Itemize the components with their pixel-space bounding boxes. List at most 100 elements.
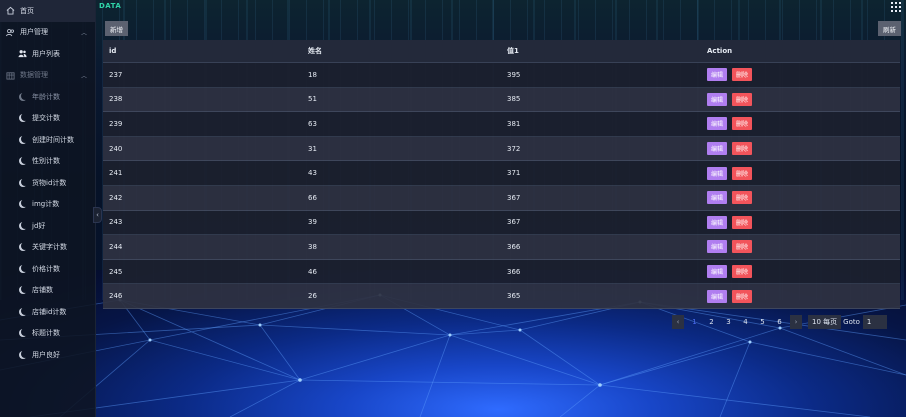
page-number-6[interactable]: 6 <box>773 315 786 329</box>
sidebar-item-label: 年龄计数 <box>32 92 60 101</box>
chevron-right-icon: › <box>794 318 798 326</box>
cell-value1: 367 <box>507 193 521 202</box>
delete-button[interactable]: 删除 <box>732 92 753 106</box>
table-header: id 姓名 值1 Action <box>103 40 900 63</box>
column-header-name[interactable]: 姓名 <box>302 46 501 56</box>
moon-icon <box>18 92 27 101</box>
cell-value1: 395 <box>507 70 521 79</box>
next-page-button[interactable]: › <box>790 315 802 329</box>
delete-button[interactable]: 删除 <box>732 191 753 205</box>
sidebar-item-label: 用户良好 <box>32 350 60 359</box>
cell-name: 51 <box>308 95 317 104</box>
page-number-2[interactable]: 2 <box>705 315 718 329</box>
cell-action: 编辑 删除 <box>701 117 900 131</box>
cell-id: 239 <box>109 119 123 128</box>
edit-button[interactable]: 编辑 <box>707 191 728 205</box>
cell-action: 编辑 删除 <box>701 191 900 205</box>
moon-icon <box>18 200 27 209</box>
column-header-value1[interactable]: 值1 <box>501 46 701 56</box>
page-number-3[interactable]: 3 <box>722 315 735 329</box>
edit-button[interactable]: 编辑 <box>707 117 728 131</box>
cell-name: 63 <box>308 119 317 128</box>
users-icon <box>6 28 15 37</box>
cell-id: 245 <box>109 267 123 276</box>
edit-button[interactable]: 编辑 <box>707 142 728 156</box>
sidebar-item-goods-id-count[interactable]: 货物id计数 <box>0 172 95 194</box>
sidebar-item-title-count[interactable]: 标题计数 <box>0 323 95 345</box>
sidebar-item-age-count[interactable]: 年龄计数 <box>0 86 95 108</box>
moon-icon <box>18 350 27 359</box>
prev-page-button[interactable]: ‹ <box>672 315 684 329</box>
sidebar-item-price-count[interactable]: 价格计数 <box>0 258 95 280</box>
add-button[interactable]: 新增 <box>105 21 128 36</box>
sidebar-item-jd-good[interactable]: jd好 <box>0 215 95 237</box>
sidebar-item-create-time-count[interactable]: 创建时间计数 <box>0 129 95 151</box>
sidebar-item-gender-count[interactable]: 性别计数 <box>0 151 95 173</box>
edit-button[interactable]: 编辑 <box>707 166 728 180</box>
moon-icon <box>18 264 27 273</box>
delete-button[interactable]: 删除 <box>732 117 753 131</box>
delete-button[interactable]: 删除 <box>732 265 753 279</box>
cell-action: 编辑 删除 <box>701 215 900 229</box>
cell-action: 编辑 删除 <box>701 240 900 254</box>
moon-icon <box>18 307 27 316</box>
cell-id: 240 <box>109 144 123 153</box>
page-number-1[interactable]: 1 <box>688 315 701 329</box>
sidebar-item-home[interactable]: 首页 <box>0 0 95 22</box>
page-size-select[interactable]: 10 每页 <box>808 315 842 329</box>
delete-button[interactable]: 删除 <box>732 142 753 156</box>
database-icon <box>6 71 15 80</box>
sidebar-item-label: 标题计数 <box>32 329 60 338</box>
cell-id: 243 <box>109 218 123 227</box>
cell-action: 编辑 删除 <box>701 166 900 180</box>
cell-id: 241 <box>109 169 123 178</box>
table-row: 243 39 367 编辑 删除 <box>103 210 900 236</box>
moon-icon <box>18 221 27 230</box>
page-number-5[interactable]: 5 <box>756 315 769 329</box>
sidebar-item-label: 首页 <box>20 6 34 15</box>
goto-control: Goto <box>843 315 887 329</box>
moon-icon <box>18 178 27 187</box>
sidebar-item-img-count[interactable]: img计数 <box>0 194 95 216</box>
edit-button[interactable]: 编辑 <box>707 265 728 279</box>
cell-name: 18 <box>308 70 317 79</box>
edit-button[interactable]: 编辑 <box>707 289 728 303</box>
cell-id: 238 <box>109 95 123 104</box>
delete-button[interactable]: 删除 <box>732 68 753 82</box>
column-header-id[interactable]: id <box>103 47 302 55</box>
moon-icon <box>18 157 27 166</box>
sidebar-collapse-button[interactable]: ‹ <box>93 207 102 223</box>
refresh-button[interactable]: 刷新 <box>878 21 901 36</box>
delete-button[interactable]: 删除 <box>732 215 753 229</box>
sidebar-item-label: 数据管理 <box>20 71 48 80</box>
sidebar-item-label: 性别计数 <box>32 157 60 166</box>
cell-value1: 385 <box>507 95 521 104</box>
sidebar-item-keyword-count[interactable]: 关键字计数 <box>0 237 95 259</box>
sidebar-item-shop-count[interactable]: 店铺数 <box>0 280 95 302</box>
sidebar-item-label: 货物id计数 <box>32 178 67 187</box>
table-row: 237 18 395 编辑 删除 <box>103 63 900 88</box>
edit-button[interactable]: 编辑 <box>707 68 728 82</box>
user-group-icon <box>18 49 27 58</box>
cell-action: 编辑 删除 <box>701 142 900 156</box>
cell-name: 66 <box>308 193 317 202</box>
sidebar-item-user-good[interactable]: 用户良好 <box>0 344 95 366</box>
delete-button[interactable]: 删除 <box>732 166 753 180</box>
sidebar-group-user-management[interactable]: 用户管理 ︿ <box>0 22 95 44</box>
delete-button[interactable]: 删除 <box>732 240 753 254</box>
edit-button[interactable]: 编辑 <box>707 92 728 106</box>
sidebar-item-label: jd好 <box>32 221 46 230</box>
edit-button[interactable]: 编辑 <box>707 240 728 254</box>
cell-action: 编辑 删除 <box>701 92 900 106</box>
cell-name: 31 <box>308 144 317 153</box>
sidebar-item-user-list[interactable]: 用户列表 <box>0 43 95 65</box>
edit-button[interactable]: 编辑 <box>707 215 728 229</box>
table-row: 242 66 367 编辑 删除 <box>103 185 900 211</box>
goto-input[interactable] <box>862 315 887 329</box>
page-number-4[interactable]: 4 <box>739 315 752 329</box>
sidebar-item-submit-count[interactable]: 提交计数 <box>0 108 95 130</box>
sidebar-item-shop-id-count[interactable]: 店铺id计数 <box>0 301 95 323</box>
apps-grid-icon[interactable] <box>891 2 901 12</box>
sidebar-group-data-management[interactable]: 数据管理 ︿ <box>0 65 95 87</box>
delete-button[interactable]: 删除 <box>732 289 753 303</box>
